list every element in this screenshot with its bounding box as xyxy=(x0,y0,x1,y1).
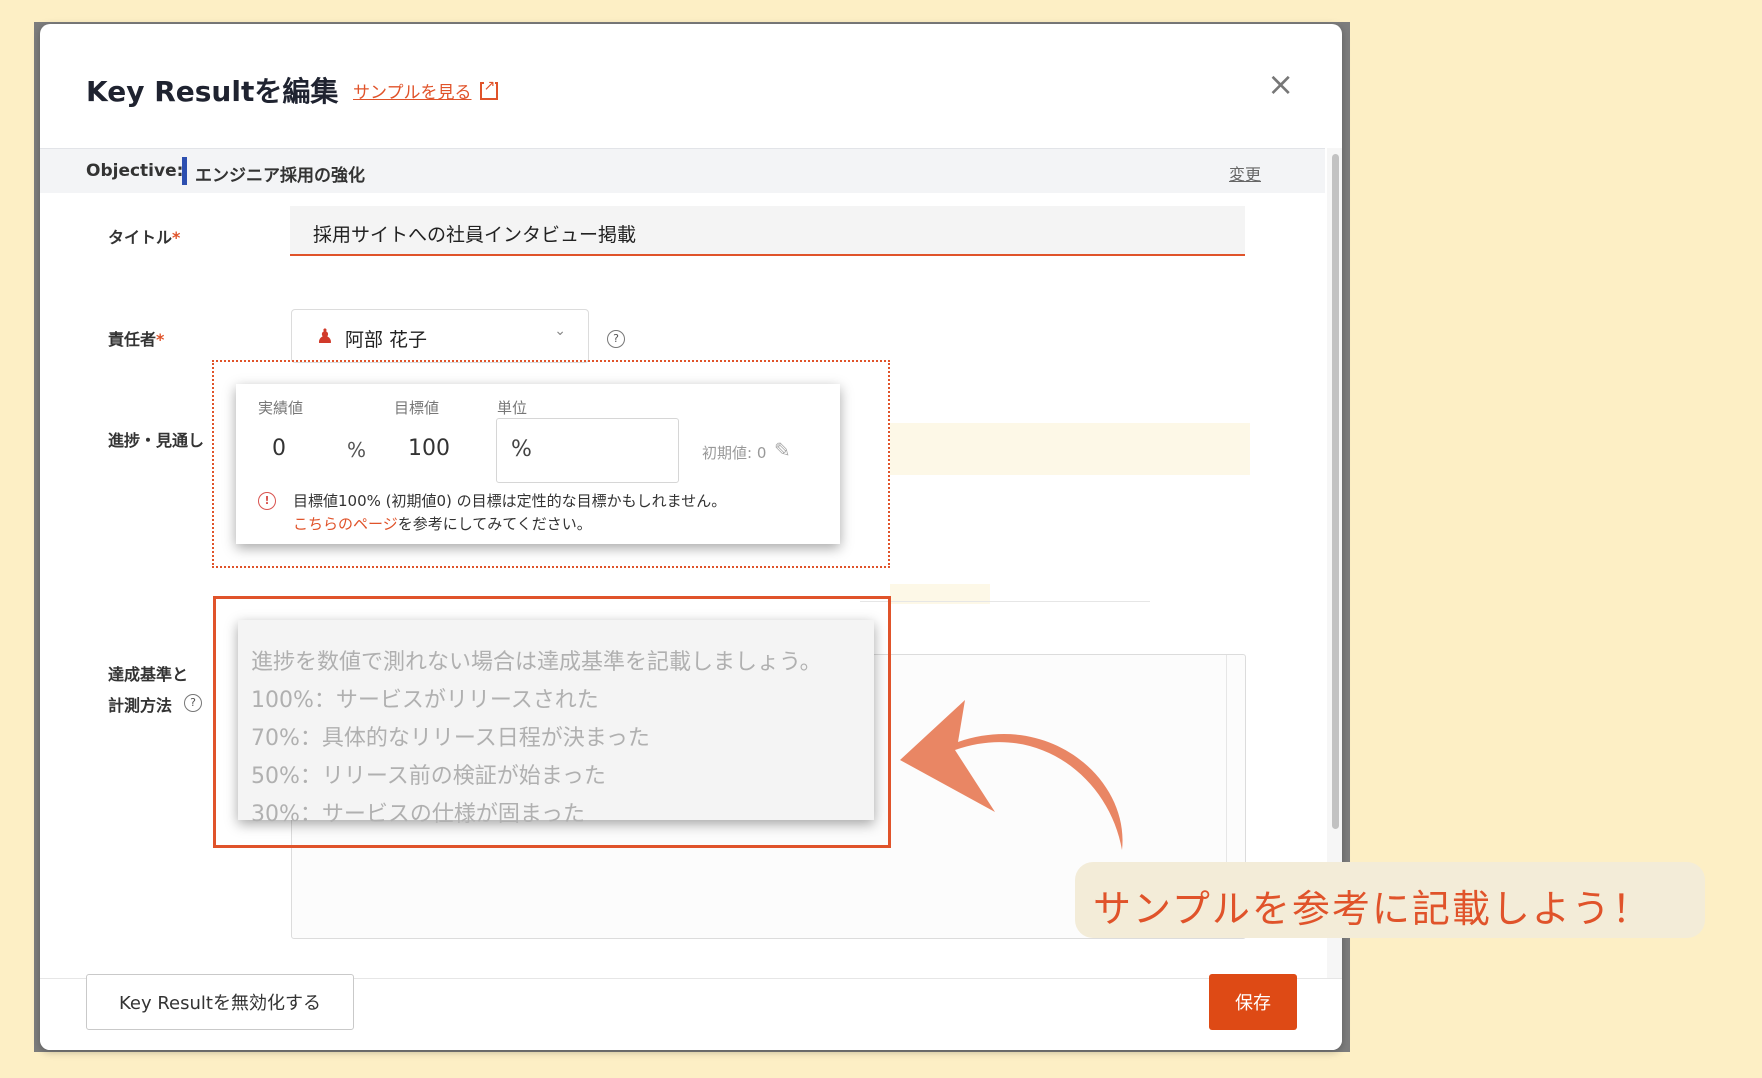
callout-bubble: サンプルを参考に記載しよう！ xyxy=(1075,862,1705,938)
callout-text: サンプルを参考に記載しよう！ xyxy=(1093,887,1652,931)
